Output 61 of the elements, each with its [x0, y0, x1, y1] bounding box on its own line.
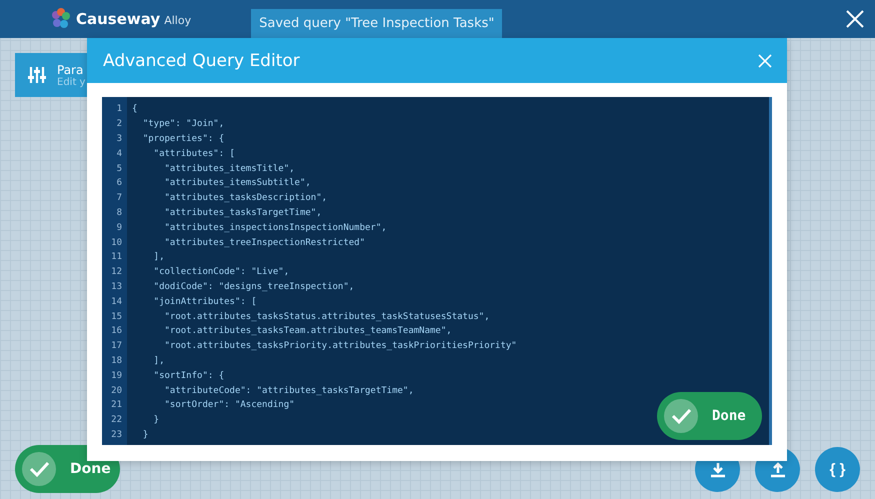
line-number: 16 — [110, 326, 122, 336]
line-number: 5 — [116, 164, 122, 174]
line-number: 10 — [110, 238, 122, 248]
code-line: "root.attributes_tasksStatus.attributes_taskStatusesStatus", — [164, 312, 490, 322]
line-number: 17 — [110, 341, 122, 352]
code-line: "attributes_itemsTitle", — [164, 164, 295, 174]
line-number: 20 — [110, 386, 122, 396]
line-number: 19 — [110, 370, 122, 381]
line-number: 15 — [110, 312, 122, 322]
logo-product: Alloy — [164, 14, 192, 27]
line-number: 23 — [110, 430, 122, 440]
code-line: "joinAttributes": [ — [152, 296, 257, 307]
line-number: 2 — [116, 119, 122, 130]
code-line: "attributes_inspectionsInspectionNumber", — [164, 222, 387, 233]
done-button[interactable]: Done — [15, 445, 120, 493]
code-line: "sortInfo": { — [152, 370, 224, 381]
code-line: "type": "Join", — [142, 119, 224, 130]
sliders-icon — [27, 65, 47, 85]
code-line: "properties": { — [142, 134, 224, 144]
code-line: "root.attributes_tasksTeam.attributes_teamsTeamName", — [164, 326, 452, 336]
line-number: 7 — [116, 193, 122, 204]
card-subtitle: Edit y — [57, 76, 86, 88]
code-line: "collectionCode": "Live", — [152, 267, 290, 278]
logo-brand: Causeway — [76, 10, 160, 28]
line-number: 3 — [116, 134, 122, 144]
code-line: { — [132, 104, 138, 114]
code-editor[interactable] — [102, 97, 772, 445]
close-icon[interactable] — [845, 9, 865, 29]
line-number: 13 — [110, 282, 122, 292]
code-line: "attributes_itemsSubtitle", — [164, 178, 311, 188]
logo-icon — [50, 8, 72, 30]
dialog-title: Advanced Query Editor — [103, 50, 300, 70]
line-number: 8 — [116, 208, 122, 218]
line-number: 11 — [110, 252, 122, 262]
code-line: "attributes": [ — [152, 148, 235, 159]
code-line: "attributes_tasksTargetTime", — [164, 208, 322, 218]
code-line: "sortOrder": "Ascending" — [164, 400, 295, 410]
line-number: 9 — [116, 222, 122, 233]
code-button[interactable]: { } — [815, 446, 860, 492]
code-line: ], — [152, 356, 165, 366]
line-number: 18 — [110, 356, 122, 366]
line-number: 4 — [116, 148, 122, 159]
query-tab[interactable]: Saved query "Tree Inspection Tasks" — [251, 9, 502, 38]
code-line: "attributes_tasksDescription", — [164, 193, 328, 204]
code-line: "dodiCode": "designs_treeInspection", — [152, 282, 354, 292]
check-icon — [22, 452, 56, 486]
line-number: 1 — [116, 104, 122, 114]
line-number: 12 — [110, 267, 122, 278]
code-line: } — [152, 415, 160, 426]
line-number: 14 — [110, 296, 122, 307]
code-line: ], — [152, 252, 165, 262]
code-line: } — [142, 430, 148, 440]
done-button[interactable]: Done — [657, 392, 762, 440]
code-line: "attributes_treeInspectionRestricted" — [164, 238, 365, 248]
line-number: 6 — [116, 178, 122, 188]
line-number: 22 — [110, 415, 122, 426]
code-line: "root.attributes_tasksPriority.attributes_taskPrioritiesPriority" — [164, 341, 517, 352]
card-title: Para — [57, 62, 84, 76]
code-line: "attributeCode": "attributes_tasksTargetTime", — [164, 386, 414, 396]
check-icon — [664, 399, 698, 433]
line-number: 21 — [110, 400, 122, 410]
